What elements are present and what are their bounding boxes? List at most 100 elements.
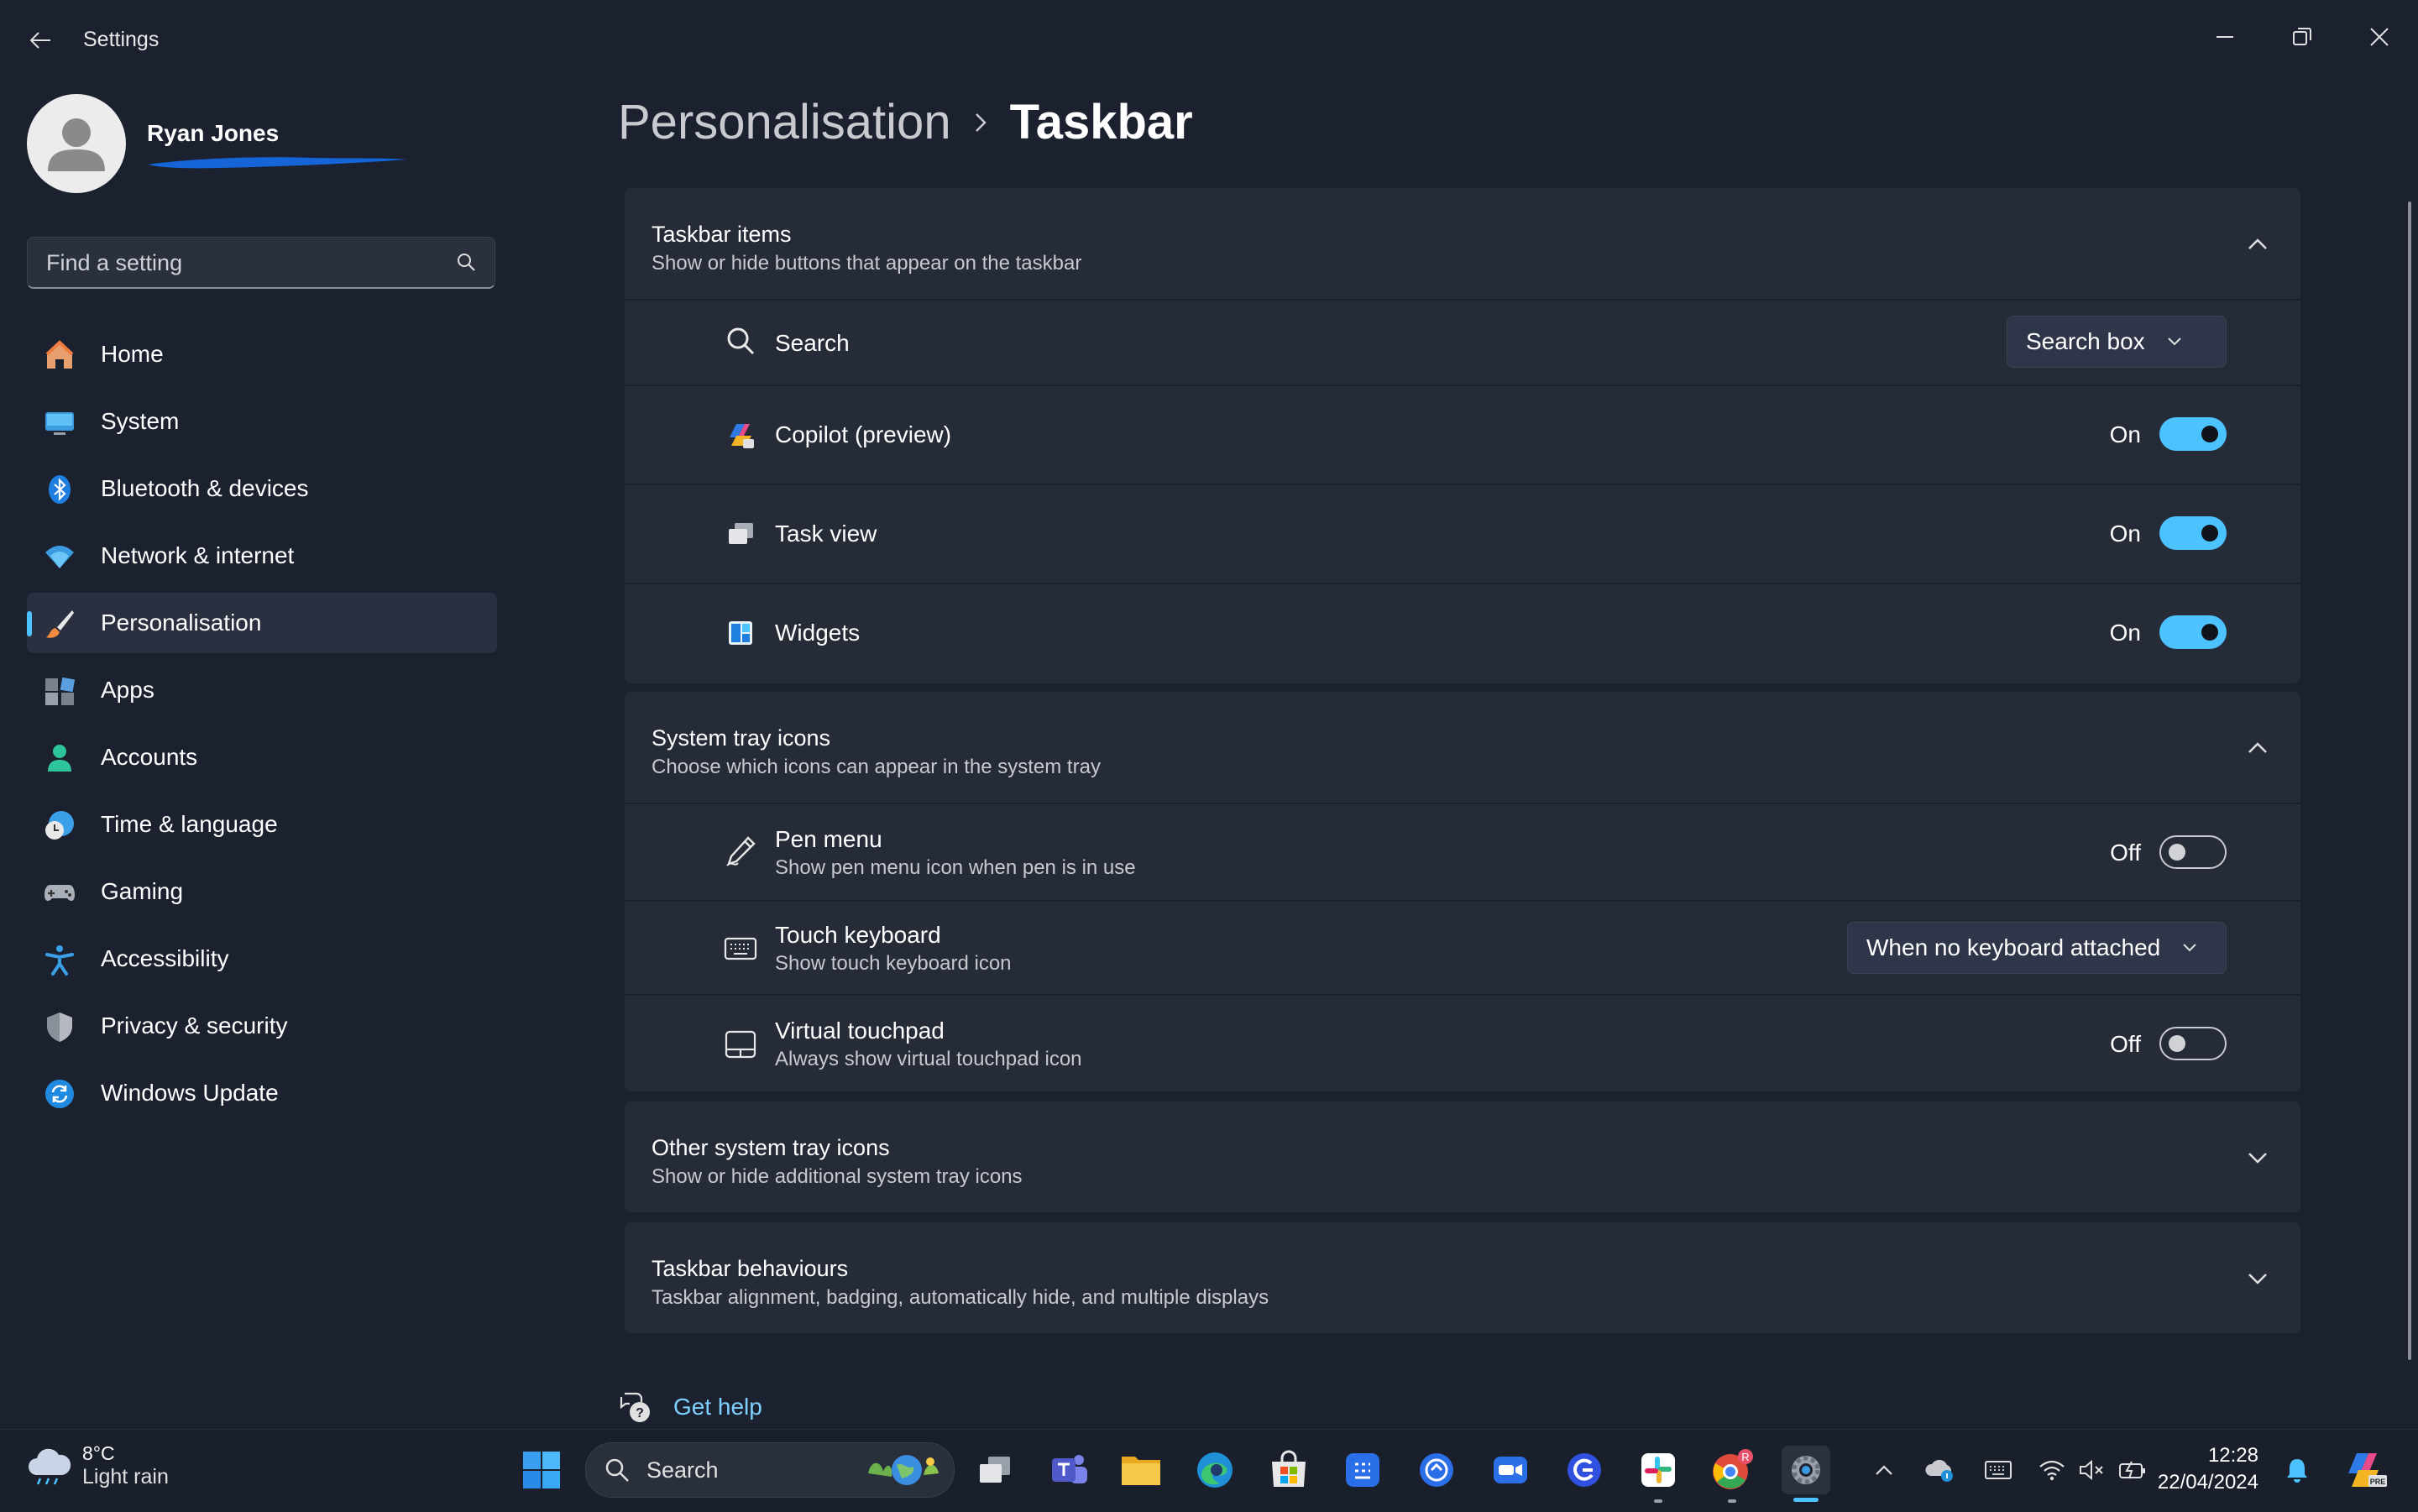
breadcrumb: Personalisation Taskbar <box>618 94 1193 150</box>
help-chat-icon: ? <box>620 1392 650 1422</box>
microsoft-store-icon[interactable] <box>1264 1446 1313 1494</box>
toggle-knob <box>2169 1035 2185 1052</box>
onedrive-icon[interactable] <box>1923 1446 1956 1494</box>
window-title: Settings <box>83 28 160 51</box>
settings-search-input[interactable] <box>44 238 451 288</box>
touch-keyboard-row: Touch keyboard Show touch keyboard icon … <box>625 900 2300 994</box>
avatar[interactable] <box>27 94 126 193</box>
wifi-icon[interactable] <box>2035 1446 2069 1494</box>
slack-icon[interactable] <box>1634 1446 1683 1494</box>
svg-text:R: R <box>1741 1451 1749 1463</box>
get-help-label: Get help <box>673 1394 762 1420</box>
virtual-touchpad-toggle[interactable] <box>2159 1027 2227 1060</box>
chevron-down-icon <box>2167 337 2182 347</box>
toggle-knob <box>2201 525 2218 541</box>
sidebar-item-accounts[interactable]: Accounts <box>27 727 497 787</box>
search-style-dropdown[interactable]: Search box <box>2007 316 2227 368</box>
row-label: Widgets <box>775 620 861 646</box>
sidebar-item-accessibility[interactable]: Accessibility <box>27 929 497 989</box>
taskbar-items-header[interactable]: Taskbar items Show or hide buttons that … <box>625 188 2300 299</box>
settings-app-icon[interactable] <box>1782 1446 1830 1494</box>
task-view-row: Task view On <box>625 484 2300 583</box>
page-title: Taskbar <box>1009 95 1193 149</box>
sidebar-item-bluetooth[interactable]: Bluetooth & devices <box>27 458 497 519</box>
system-tray-header[interactable]: System tray icons Choose which icons can… <box>625 692 2300 803</box>
app-launcher-icon[interactable] <box>1338 1446 1387 1494</box>
back-button[interactable] <box>24 24 57 57</box>
bluetooth-icon <box>44 473 76 505</box>
rain-cloud-icon <box>29 1448 71 1485</box>
clock[interactable]: 12:28 22/04/2024 <box>2149 1442 2258 1496</box>
windows-logo-icon <box>523 1452 560 1488</box>
apps-icon <box>44 675 76 707</box>
chevron-up-icon[interactable] <box>2245 232 2270 257</box>
section-subtitle: Show or hide buttons that appear on the … <box>652 252 1082 275</box>
virtual-touchpad-row: Virtual touchpad Always show virtual tou… <box>625 994 2300 1093</box>
restore-button[interactable] <box>2272 12 2332 62</box>
sidebar-item-gaming[interactable]: Gaming <box>27 861 497 922</box>
sidebar-item-label: Accessibility <box>101 945 229 971</box>
running-indicator <box>1728 1499 1736 1503</box>
sidebar-item-network[interactable]: Network & internet <box>27 526 497 586</box>
scrollbar[interactable] <box>2408 201 2411 1360</box>
settings-search-box[interactable] <box>27 237 495 289</box>
pen-icon <box>724 834 757 868</box>
touch-keyboard-dropdown[interactable]: When no keyboard attached <box>1847 922 2227 974</box>
widgets-toggle[interactable] <box>2159 615 2227 649</box>
section-title: System tray icons <box>652 725 831 751</box>
copilot-taskbar-icon[interactable]: PRE <box>2342 1446 2391 1494</box>
sidebar-item-home[interactable]: Home <box>27 324 497 385</box>
file-explorer-icon[interactable] <box>1117 1446 1165 1494</box>
task-view-icon <box>724 517 757 551</box>
volume-muted-icon[interactable] <box>2075 1446 2109 1494</box>
row-description: Always show virtual touchpad icon <box>775 1048 1082 1070</box>
edge-icon[interactable] <box>1191 1446 1239 1494</box>
teams-icon[interactable] <box>1044 1446 1093 1494</box>
task-view-icon[interactable] <box>971 1446 1019 1494</box>
chevron-up-icon[interactable] <box>2245 735 2270 761</box>
remote-app-icon[interactable] <box>1412 1446 1461 1494</box>
breadcrumb-parent[interactable]: Personalisation <box>618 94 951 150</box>
dropdown-value: When no keyboard attached <box>1866 934 2161 960</box>
other-tray-header[interactable]: Other system tray icons Show or hide add… <box>625 1101 2300 1212</box>
row-label: Pen menu <box>775 826 882 852</box>
copilot-toggle[interactable] <box>2159 417 2227 451</box>
taskbar-behaviours-header[interactable]: Taskbar behaviours Taskbar alignment, ba… <box>625 1222 2300 1333</box>
sidebar-item-windows-update[interactable]: Windows Update <box>27 1063 497 1123</box>
search-app-icon[interactable] <box>1560 1446 1609 1494</box>
row-label: Virtual touchpad <box>775 1018 945 1044</box>
sidebar-item-time-language[interactable]: Time & language <box>27 794 497 855</box>
touchpad-icon <box>724 1028 757 1061</box>
video-meeting-icon[interactable] <box>1486 1446 1535 1494</box>
pen-menu-toggle[interactable] <box>2159 835 2227 869</box>
keyboard-icon <box>724 932 757 965</box>
svg-text:PRE: PRE <box>2370 1478 2386 1486</box>
chrome-icon[interactable]: R <box>1708 1446 1756 1494</box>
chevron-down-icon[interactable] <box>2245 1266 2270 1291</box>
touch-keyboard-tray-icon[interactable] <box>1981 1446 2015 1494</box>
weather-widget[interactable]: 8°C Light rain <box>25 1442 169 1489</box>
other-tray-section[interactable]: Other system tray icons Show or hide add… <box>625 1101 2300 1212</box>
taskbar-search[interactable]: Search <box>585 1442 955 1498</box>
chevron-down-icon[interactable] <box>2245 1145 2270 1170</box>
restore-icon <box>2293 28 2311 45</box>
sidebar-item-personalisation[interactable]: Personalisation <box>27 593 497 653</box>
tray-overflow-button[interactable] <box>1867 1446 1901 1494</box>
get-help-link[interactable]: ? Get help <box>618 1390 762 1424</box>
battery-icon[interactable] <box>2116 1446 2149 1494</box>
profile-name: Ryan Jones <box>147 120 280 146</box>
start-button[interactable] <box>517 1446 566 1494</box>
section-title: Taskbar behaviours <box>652 1256 849 1281</box>
section-subtitle: Taskbar alignment, badging, automaticall… <box>652 1286 1269 1309</box>
sidebar-item-system[interactable]: System <box>27 391 497 452</box>
minimize-button[interactable] <box>2195 12 2255 62</box>
search-icon <box>605 1458 629 1482</box>
sidebar-item-apps[interactable]: Apps <box>27 660 497 720</box>
taskbar-behaviours-section[interactable]: Taskbar behaviours Taskbar alignment, ba… <box>625 1222 2300 1333</box>
sidebar-item-privacy[interactable]: Privacy & security <box>27 996 497 1056</box>
close-button[interactable] <box>2349 12 2410 62</box>
notification-bell-icon[interactable] <box>2280 1446 2314 1494</box>
search-icon[interactable] <box>456 252 476 276</box>
sidebar-item-label: Bluetooth & devices <box>101 475 309 501</box>
task-view-toggle[interactable] <box>2159 516 2227 550</box>
